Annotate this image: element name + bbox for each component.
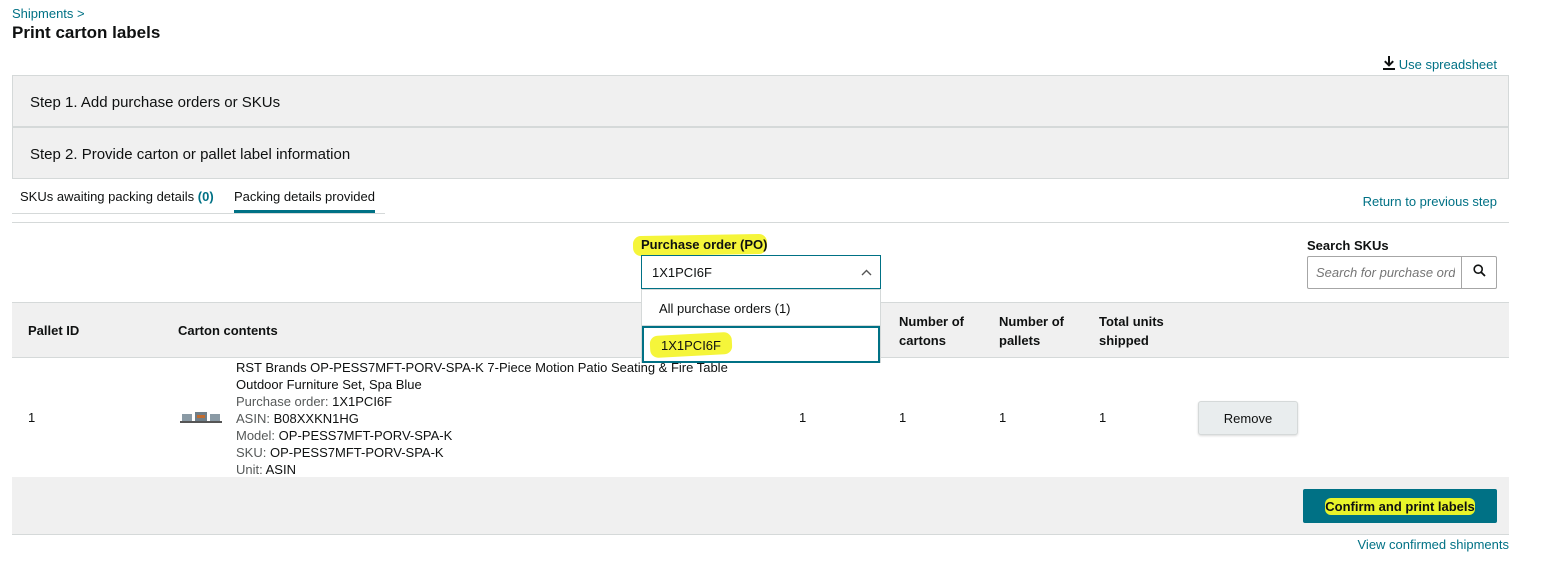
table-row: 1 RST Brands OP-PESS7MFT-PORV-SPA-K 7-Pi… <box>12 358 1509 477</box>
chevron-up-icon <box>861 265 872 279</box>
step1-label: Step 1. Add purchase orders or SKUs <box>30 94 281 111</box>
tab-skus-awaiting[interactable]: SKUs awaiting packing details (0) <box>20 189 214 204</box>
header-carton-contents: Carton contents <box>178 323 278 338</box>
product-po: Purchase order: 1X1PCI6F <box>236 393 728 410</box>
header-number-of-pallets-line1: Number of <box>999 314 1064 329</box>
product-unit: Unit: ASIN <box>236 461 728 478</box>
header-total-units-line1: Total units <box>1099 314 1164 329</box>
row-units-per-carton: 1 <box>799 410 807 425</box>
row-number-of-pallets: 1 <box>999 410 1007 425</box>
return-previous-step-link[interactable]: Return to previous step <box>1363 194 1497 209</box>
carton-contents-details: RST Brands OP-PESS7MFT-PORV-SPA-K 7-Piec… <box>236 359 728 478</box>
product-sku: SKU: OP-PESS7MFT-PORV-SPA-K <box>236 444 728 461</box>
remove-button[interactable]: Remove <box>1198 401 1298 435</box>
search-icon <box>1472 263 1486 282</box>
product-model-value: OP-PESS7MFT-PORV-SPA-K <box>278 428 453 443</box>
po-filter-dropdown: All purchase orders (1) 1X1PCI6F <box>641 289 881 363</box>
header-number-of-pallets: Number of pallets <box>999 312 1064 350</box>
row-pallet-id: 1 <box>28 410 36 425</box>
product-model: Model: OP-PESS7MFT-PORV-SPA-K <box>236 427 728 444</box>
use-spreadsheet-label: Use spreadsheet <box>1398 57 1497 72</box>
footer-bar <box>12 477 1509 535</box>
product-asin: ASIN: B08XXKN1HG <box>236 410 728 427</box>
packing-tabs: SKUs awaiting packing details (0) Packin… <box>12 179 1509 223</box>
header-number-of-cartons: Number of cartons <box>899 312 964 350</box>
step1-panel[interactable]: Step 1. Add purchase orders or SKUs <box>12 75 1509 127</box>
view-confirmed-shipments-link[interactable]: View confirmed shipments <box>1358 537 1510 552</box>
header-total-units-line2: shipped <box>1099 333 1149 348</box>
tabs-divider <box>12 213 385 214</box>
header-pallet-id: Pallet ID <box>28 323 80 338</box>
step2-panel[interactable]: Step 2. Provide carton or pallet label i… <box>12 127 1509 179</box>
product-sku-key: SKU: <box>236 445 267 460</box>
product-thumbnail <box>178 408 224 428</box>
header-number-of-cartons-line1: Number of <box>899 314 964 329</box>
header-number-of-pallets-line2: pallets <box>999 333 1041 348</box>
po-filter-value: 1X1PCI6F <box>652 265 712 280</box>
tab-skus-awaiting-count: (0) <box>197 189 214 204</box>
product-sku-value: OP-PESS7MFT-PORV-SPA-K <box>269 445 444 460</box>
step2-label: Step 2. Provide carton or pallet label i… <box>30 146 351 163</box>
po-filter-label: Purchase order (PO) <box>641 237 768 252</box>
product-model-key: Model: <box>236 428 276 443</box>
breadcrumb-shipments[interactable]: Shipments > <box>12 6 85 21</box>
product-unit-value: ASIN <box>265 462 296 477</box>
use-spreadsheet-link[interactable]: Use spreadsheet <box>1382 56 1497 73</box>
search-skus-label: Search SKUs <box>1307 238 1389 253</box>
product-asin-value: B08XXKN1HG <box>273 411 359 426</box>
product-po-value: 1X1PCI6F <box>332 394 393 409</box>
search-button[interactable] <box>1461 257 1496 288</box>
header-number-of-cartons-line2: cartons <box>899 333 946 348</box>
product-title-line2: Outdoor Furniture Set, Spa Blue <box>236 377 422 392</box>
po-option-all[interactable]: All purchase orders (1) <box>642 290 880 326</box>
confirm-print-labels-button[interactable]: Confirm and print labels <box>1303 489 1497 523</box>
confirm-print-labels-label: Confirm and print labels <box>1325 498 1475 514</box>
download-icon <box>1382 56 1395 73</box>
tab-packing-provided[interactable]: Packing details provided <box>234 189 375 213</box>
product-unit-key: Unit: <box>236 462 263 477</box>
search-skus-input[interactable] <box>1308 257 1463 288</box>
po-option-selected-label: 1X1PCI6F <box>661 338 721 353</box>
row-number-of-cartons: 1 <box>899 410 907 425</box>
po-filter-select[interactable]: 1X1PCI6F <box>641 255 881 289</box>
row-total-units: 1 <box>1099 410 1107 425</box>
product-asin-key: ASIN: <box>236 411 270 426</box>
tab-skus-awaiting-label: SKUs awaiting packing details <box>20 189 195 204</box>
search-skus-box <box>1307 256 1497 289</box>
product-po-key: Purchase order: <box>236 394 329 409</box>
po-option-selected[interactable]: 1X1PCI6F <box>642 326 880 363</box>
header-total-units-shipped: Total units shipped <box>1099 312 1164 350</box>
page-title: Print carton labels <box>12 23 161 42</box>
